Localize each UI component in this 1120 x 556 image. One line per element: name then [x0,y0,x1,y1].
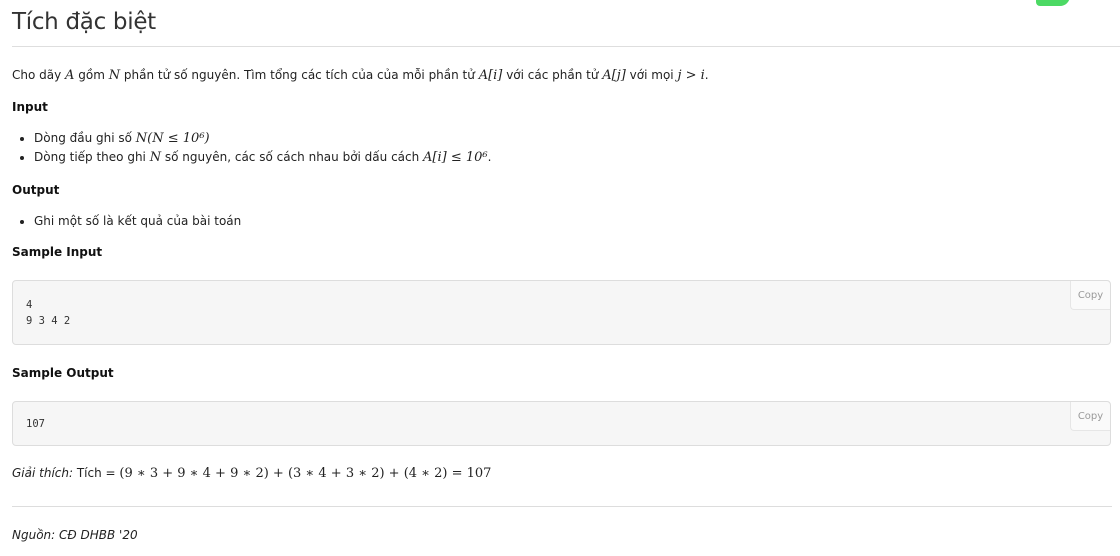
statement-text: với các phần tử [502,68,603,82]
item-text: số nguyên, các số cách nhau bởi dấu cách [161,150,424,164]
output-list: Ghi một số là kết quả của bài toán [12,212,241,230]
math-A: A [65,68,75,83]
explanation-math: (9 ∗ 3 + 9 ∗ 4 + 9 ∗ 2) + (3 ∗ 4 + 3 ∗ 2… [119,466,492,481]
sample-output-heading: Sample Output [12,366,114,380]
sample-input-box: 4 9 3 4 2 Copy [12,280,1111,345]
list-item: Dòng tiếp theo ghi N số nguyên, các số c… [34,148,491,167]
list-item: Ghi một số là kết quả của bài toán [34,212,241,230]
explanation-text: Tích = [73,466,120,480]
sample-output-box: 107 Copy [12,401,1111,446]
footer-divider [12,506,1112,507]
item-text: Dòng tiếp theo ghi [34,150,150,164]
statement-text: gồm [74,68,109,82]
source-note: Nguồn: CĐ DHBB '20 [12,528,138,542]
math-Aj: A[j] [602,68,626,83]
math-N: N [108,68,121,83]
math-N: N [149,150,162,165]
sample-output-code[interactable]: 107 [26,416,45,432]
explanation: Giải thích: Tích = (9 ∗ 3 + 9 ∗ 4 + 9 ∗ … [12,466,491,481]
copy-button[interactable]: Copy [1070,281,1110,310]
input-list: Dòng đầu ghi số N(N ≤ 10⁶) Dòng tiếp the… [12,129,491,167]
sample-input-heading: Sample Input [12,245,103,259]
sample-input-code[interactable]: 4 9 3 4 2 [26,297,70,329]
explanation-label: Giải thích: [12,466,74,480]
page-title: Tích đặc biệt [12,9,156,35]
statement-text: Cho dãy [12,68,66,82]
item-text: . [487,150,492,164]
math-condition: j > i [677,68,705,83]
statement-text: với mọi [625,68,678,82]
math-constraint: A[i] ≤ 10⁶ [423,150,488,165]
math-Ai: A[i] [478,68,503,83]
output-heading: Output [12,183,60,197]
problem-statement: Cho dãy A gồm N phần tử số nguyên. Tìm t… [12,68,709,83]
list-item: Dòng đầu ghi số N(N ≤ 10⁶) [34,129,491,148]
title-divider [12,46,1120,47]
math-constraint: N(N ≤ 10⁶) [135,131,210,146]
copy-button[interactable]: Copy [1070,402,1110,431]
input-heading: Input [12,100,48,114]
logo-fragment [1036,0,1070,6]
item-text: Dòng đầu ghi số [34,131,136,145]
statement-text: phần tử số nguyên. Tìm tổng các tích của… [120,68,479,82]
statement-text: . [704,68,709,82]
